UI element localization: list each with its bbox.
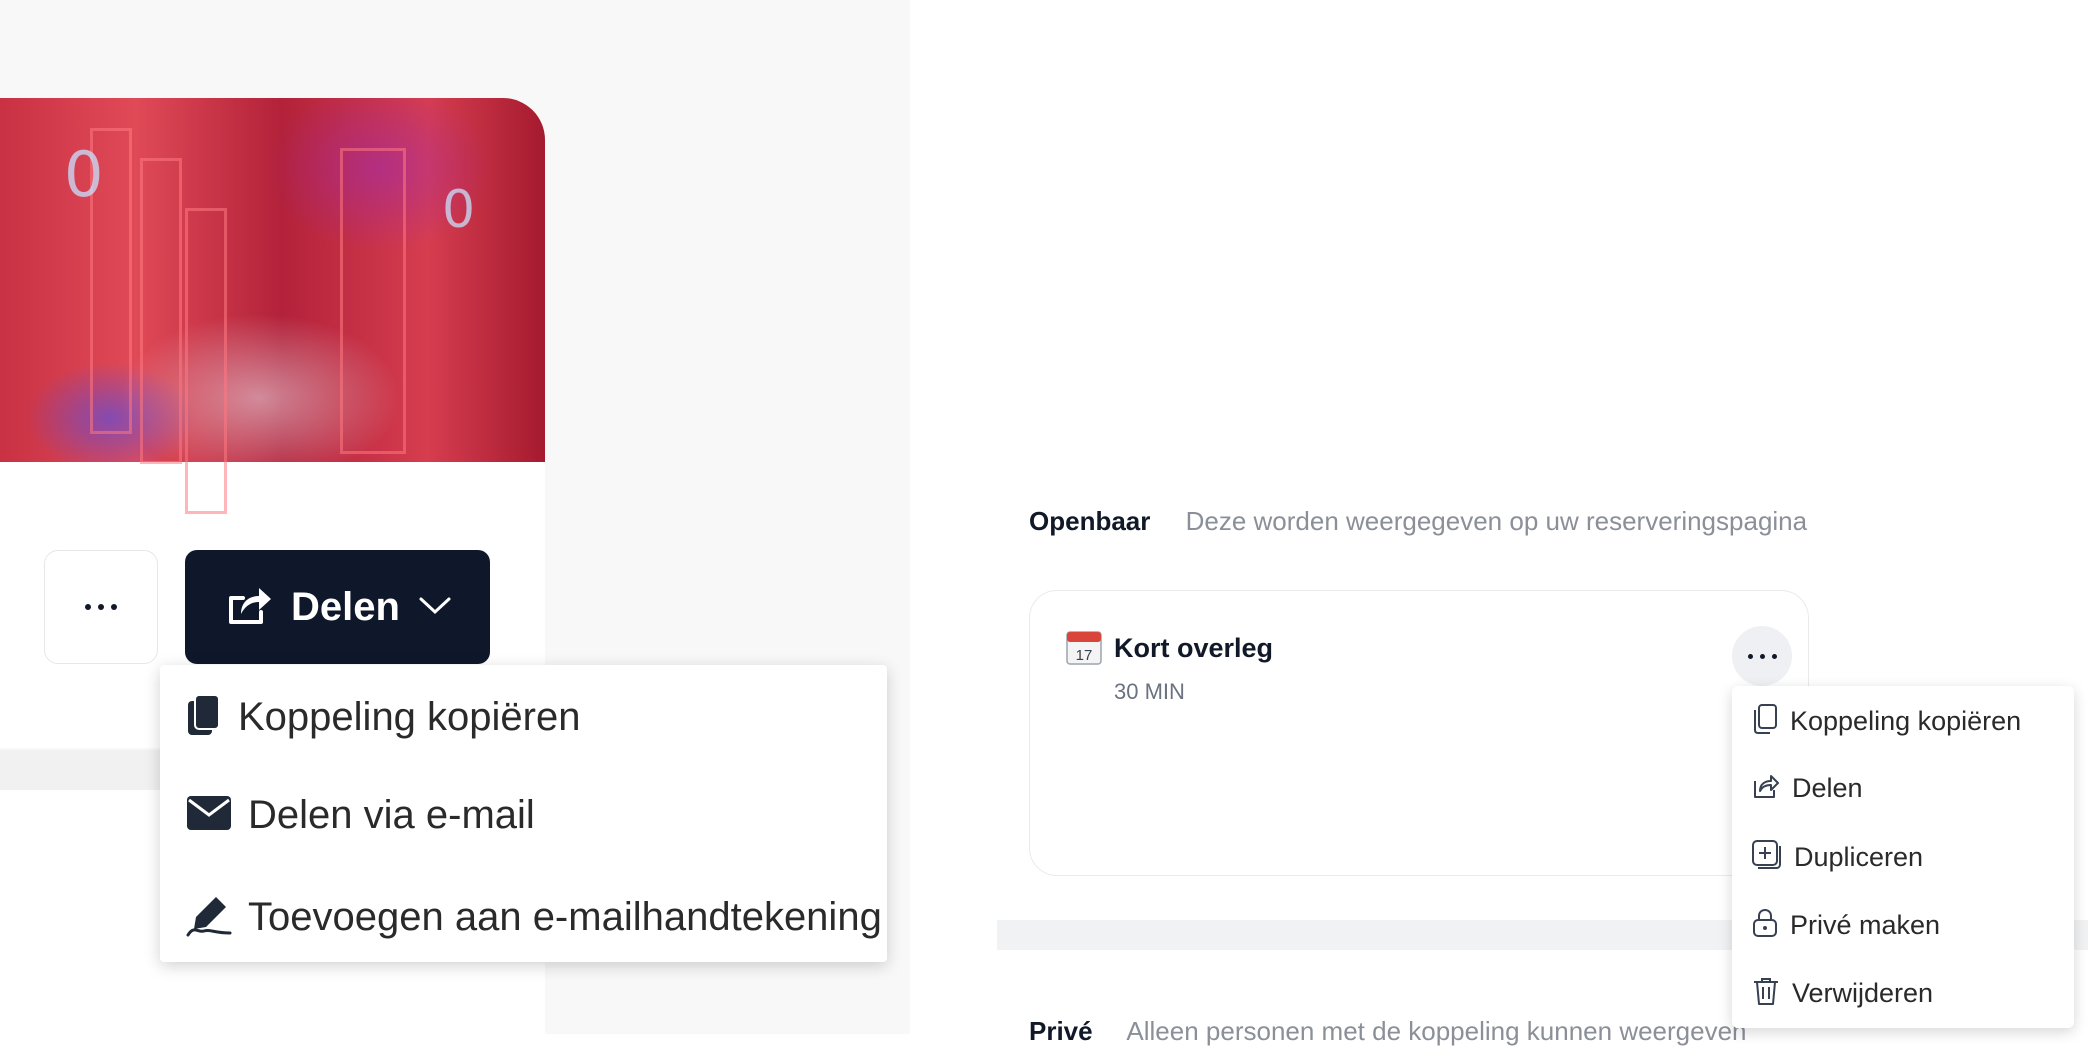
copy-icon: [1752, 704, 1778, 739]
menu-item-copy-link[interactable]: Koppeling kopiëren: [186, 693, 580, 742]
menu-item-share[interactable]: Delen: [1752, 772, 1863, 805]
share-icon: [227, 584, 273, 631]
share-dropdown-button[interactable]: Delen: [185, 550, 490, 664]
share-menu: Koppeling kopiëren Delen via e-mail Toev…: [160, 665, 887, 962]
event-more-button[interactable]: [1732, 626, 1792, 686]
hero-digit: 0: [64, 138, 104, 211]
hero-digit: 0: [442, 180, 476, 240]
event-card[interactable]: 17 Kort overleg 30 MIN: [1029, 590, 1809, 876]
signature-icon: [186, 893, 232, 942]
private-section-header: Privé Alleen personen met de koppeling k…: [1029, 1016, 1747, 1047]
svg-text:17: 17: [1076, 647, 1093, 664]
menu-item-label: Toevoegen aan e-mailhandtekening: [248, 895, 882, 939]
hero-stripe: [140, 158, 182, 464]
duplicate-icon: [1752, 840, 1782, 875]
menu-item-label: Delen via e-mail: [248, 793, 535, 837]
menu-item-duplicate[interactable]: Dupliceren: [1752, 840, 1923, 875]
section-title: Privé: [1029, 1016, 1093, 1046]
menu-item-add-signature[interactable]: Toevoegen aan e-mailhandtekening: [186, 893, 882, 942]
chevron-down-icon: [418, 595, 452, 620]
section-title: Openbaar: [1029, 506, 1151, 536]
more-dots-icon: [85, 604, 117, 610]
menu-item-label: Dupliceren: [1794, 842, 1924, 872]
envelope-icon: [186, 795, 232, 836]
trash-icon: [1752, 976, 1780, 1011]
menu-item-copy-link[interactable]: Koppeling kopiëren: [1752, 704, 2021, 739]
share-icon: [1752, 772, 1780, 805]
menu-item-label: Privé maken: [1790, 910, 1941, 940]
menu-item-label: Verwijderen: [1792, 978, 1934, 1008]
calendar-icon: 17: [1066, 629, 1102, 670]
menu-item-make-private[interactable]: Privé maken: [1752, 908, 1940, 943]
lock-icon: [1752, 908, 1778, 943]
event-title: Kort overleg: [1114, 633, 1274, 663]
menu-item-label: Koppeling kopiëren: [238, 695, 581, 739]
more-options-button[interactable]: [44, 550, 158, 664]
menu-item-label: Koppeling kopiëren: [1790, 706, 2022, 736]
copy-icon: [186, 693, 222, 742]
menu-item-delete[interactable]: Verwijderen: [1752, 976, 1933, 1011]
menu-item-share-email[interactable]: Delen via e-mail: [186, 793, 535, 838]
public-section-header: Openbaar Deze worden weergegeven op uw r…: [1029, 506, 1807, 537]
event-menu: Koppeling kopiëren Delen Dupliceren Priv…: [1732, 686, 2074, 1028]
share-button-label: Delen: [291, 584, 400, 629]
menu-item-label: Delen: [1792, 773, 1863, 803]
section-description: Deze worden weergegeven op uw reserverin…: [1185, 506, 1808, 536]
left-pane: 0 0 Delen Koppeling kopiëren Delen via e…: [0, 0, 910, 1034]
hero-stripe: [340, 148, 406, 454]
hero-stripe: [185, 208, 227, 514]
section-description: Alleen personen met de koppeling kunnen …: [1126, 1016, 1747, 1046]
event-duration: 30 MIN: [1114, 679, 1185, 704]
more-dots-icon: [1747, 653, 1777, 659]
hero-image: 0 0: [0, 98, 545, 514]
